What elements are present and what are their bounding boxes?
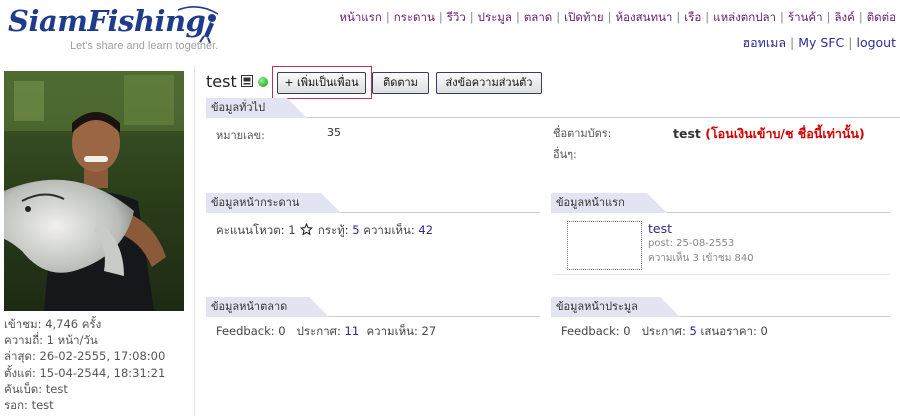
member-number-label: หมายเลข: — [216, 129, 265, 142]
user-nav: ฮอทเมล | My SFC | logout — [742, 35, 896, 50]
nav-review[interactable]: รีวิว — [447, 10, 466, 24]
stat-since: ตั้งแต่: 15-04-2544, 18:31:21 — [4, 365, 166, 380]
divider — [553, 274, 890, 275]
section-general-info: ข้อมูลทั่วไป — [206, 98, 900, 118]
section-home-info: ข้อมูลหน้าแรก — [551, 193, 890, 213]
comments-value: 27 — [421, 324, 437, 338]
section-market-info: ข้อมูลหน้าตลาด — [206, 297, 540, 317]
feedback-value: 0 — [623, 324, 631, 338]
comments-label: ความเห็น: — [366, 324, 418, 338]
logout-link[interactable]: logout — [856, 35, 896, 50]
stat-introduced-by: คันเบ็ด: test — [4, 381, 68, 396]
threads-label: กระทู้: — [317, 223, 349, 237]
fisherman-logo-icon — [177, 6, 219, 44]
section-title: ข้อมูลทั่วไป — [206, 98, 308, 118]
home-post-meta: ความเห็น 3 เข้าชม 840 — [648, 253, 754, 264]
main-nav: หน้าแรก | กระดาน | รีวิว | ประมูล | ตลาด | เปิดท้า… — [339, 10, 896, 24]
section-board-info: ข้อมูลหน้ากระดาน — [206, 193, 540, 213]
auction-stats: Feedback: 0 ประกาศ: 5 เสนอราคา: 0 — [561, 323, 768, 341]
member-number-value: 35 — [327, 126, 341, 139]
angler-with-catfish-image — [4, 71, 184, 311]
nav-links[interactable]: ลิงค์ — [834, 10, 854, 24]
home-post-date: post: 25-08-2553 — [648, 238, 735, 249]
nav-shops[interactable]: ร้านค้า — [788, 10, 823, 24]
column-divider — [194, 66, 195, 416]
nav-my-sfc[interactable]: My SFC — [798, 35, 844, 50]
nav-contact[interactable]: ติดต่อ — [867, 10, 896, 24]
profile-photo — [4, 71, 184, 311]
nav-boat[interactable]: เรือ — [684, 10, 701, 24]
section-title: ข้อมูลหน้าตลาด — [206, 297, 330, 317]
feedback-label: Feedback: — [216, 324, 275, 338]
nav-market[interactable]: ตลาด — [524, 10, 552, 24]
nav-auction[interactable]: ประมูล — [478, 10, 512, 24]
stat-visits: เข้าชม: 4,746 ครั้ง — [4, 317, 102, 331]
stat-last-seen: ล่าสุด: 26-02-2555, 17:08:00 — [4, 349, 166, 364]
nav-board[interactable]: กระดาน — [394, 10, 435, 24]
section-title: ข้อมูลหน้าแรก — [551, 193, 667, 213]
market-stats: Feedback: 0 ประกาศ: 11 ความเห็น: 27 — [216, 323, 436, 341]
threads-count-link[interactable]: 5 — [352, 223, 359, 237]
site-logo[interactable]: SiamFishing Let's share and learn togeth… — [6, 2, 220, 58]
section-title: ข้อมูลหน้าประมูล — [551, 297, 680, 317]
listings-label: ประกาศ: — [641, 324, 686, 338]
nav-trunk-sale[interactable]: เปิดท้าย — [564, 10, 603, 24]
listings-count-link[interactable]: 5 — [690, 324, 697, 338]
add-friend-button[interactable]: + เพิ่มเป็นเพื่อน — [277, 72, 366, 94]
nav-hotmail[interactable]: ฮอทเมล — [742, 35, 786, 50]
profile-username: test — [206, 72, 237, 91]
section-auction-info: ข้อมูลหน้าประมูล — [551, 297, 890, 317]
home-post-link[interactable]: test — [648, 221, 672, 236]
send-message-button[interactable]: ส่งข้อความส่วนตัว — [436, 72, 542, 94]
score-value: 1 — [288, 223, 296, 237]
bids-value: 0 — [760, 324, 768, 338]
online-status-icon — [258, 77, 268, 87]
listings-count-link[interactable]: 11 — [345, 324, 360, 338]
nav-fishing-spots[interactable]: แหล่งตกปลา — [713, 10, 776, 24]
feedback-label: Feedback: — [561, 324, 620, 338]
nav-chatroom[interactable]: ห้องสนทนา — [616, 10, 673, 24]
other-label: อื่นๆ: — [553, 148, 577, 161]
nav-home[interactable]: หน้าแรก — [339, 10, 381, 24]
member-stats: เข้าชม: 4,746 ครั้ง ความถี่: 1 หน้า/วัน … — [4, 316, 165, 413]
board-stats: คะแนนโหวต: 1 กระทู้: 5 ความเห็น: 42 — [216, 222, 433, 240]
card-name-label: ชื่อตามบัตร: — [553, 127, 612, 140]
stat-waiting: รอก: test — [4, 398, 54, 413]
feedback-value: 0 — [278, 324, 286, 338]
listings-label: ประกาศ: — [296, 324, 341, 338]
follow-button[interactable]: ติดตาม — [372, 72, 429, 94]
star-icon — [300, 223, 314, 236]
bids-label: เสนอราคา: — [700, 324, 757, 338]
comments-count-link[interactable]: 42 — [418, 223, 433, 237]
card-name-note: (โอนเงินเข้าบ/ช ชื่อนี้เท่านั้น) — [705, 126, 865, 141]
site-header: SiamFishing Let's share and learn togeth… — [0, 0, 900, 62]
card-name-value: test (โอนเงินเข้าบ/ช ชื่อนี้เท่านั้น) — [673, 124, 865, 144]
id-card-icon[interactable] — [241, 75, 253, 87]
post-thumbnail[interactable] — [567, 221, 642, 270]
stat-frequency: ความถี่: 1 หน้า/วัน — [4, 333, 98, 348]
score-label: คะแนนโหวต: — [216, 223, 285, 237]
comments-label: ความเห็น: — [363, 223, 415, 237]
card-name-text: test — [673, 126, 701, 141]
section-title: ข้อมูลหน้ากระดาน — [206, 193, 342, 213]
